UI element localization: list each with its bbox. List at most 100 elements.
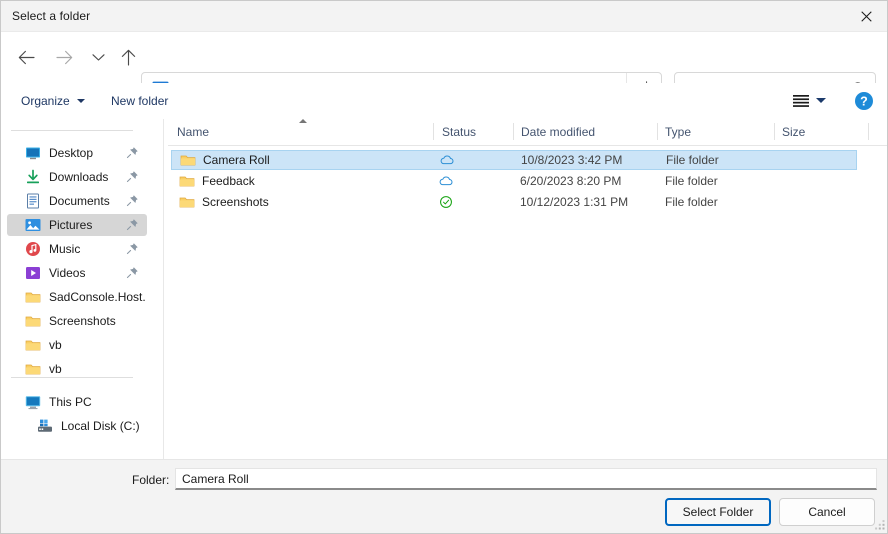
close-button[interactable] (843, 1, 888, 31)
sidebar-item-label: vb (49, 362, 62, 376)
folder-label: Folder: (132, 473, 169, 487)
content-area: Desktop Downloads (1, 119, 888, 459)
up-one-level-button[interactable] (112, 41, 144, 73)
file-date-modified: 6/20/2023 8:20 PM (520, 174, 621, 188)
organize-button[interactable]: Organize (15, 83, 91, 119)
window-title: Select a folder (12, 9, 90, 23)
sidebar-item-label: Downloads (49, 170, 108, 184)
column-header-size[interactable]: Size (782, 119, 868, 144)
column-divider[interactable] (657, 123, 658, 140)
sidebar-item-vb-1[interactable]: vb (7, 334, 147, 356)
folder-icon (25, 313, 41, 329)
check-circle-icon (439, 195, 453, 209)
forward-button[interactable] (48, 41, 80, 73)
desktop-icon (25, 145, 41, 161)
pin-icon[interactable] (126, 242, 139, 255)
pin-icon[interactable] (126, 170, 139, 183)
sidebar-item-label: Screenshots (49, 314, 116, 328)
sidebar-item-vb-2[interactable]: vb (7, 358, 147, 380)
file-name: Feedback (202, 174, 255, 188)
pane-divider[interactable] (163, 119, 164, 459)
sidebar-scrollbar[interactable] (147, 119, 153, 459)
sidebar-item-label: Desktop (49, 146, 93, 160)
sidebar-item-local-disk-c[interactable]: Local Disk (C:) (7, 415, 147, 437)
sidebar-item-label: This PC (49, 395, 92, 409)
sidebar-item-sadconsole-host[interactable]: SadConsole.Host. (7, 286, 147, 308)
back-button[interactable] (10, 41, 42, 73)
file-date-modified: 10/12/2023 1:31 PM (520, 195, 628, 209)
navigation-bar: › Andy - Personal › Pictures (1, 32, 888, 83)
chevron-down-icon (92, 53, 105, 62)
recent-locations-button[interactable] (82, 41, 114, 73)
sidebar-separator-top (11, 130, 133, 131)
folder-icon (25, 337, 41, 353)
navigation-pane: Desktop Downloads (1, 119, 153, 459)
pin-icon[interactable] (126, 266, 139, 279)
videos-icon (25, 265, 41, 281)
close-icon (861, 11, 872, 22)
music-icon (25, 241, 41, 257)
sidebar-item-downloads[interactable]: Downloads (7, 166, 147, 188)
column-header-date-modified[interactable]: Date modified (521, 119, 657, 144)
sidebar-item-label: Videos (49, 266, 85, 280)
column-header-type[interactable]: Type (665, 119, 774, 144)
sidebar-item-desktop[interactable]: Desktop (7, 142, 147, 164)
local-disk-icon (37, 418, 53, 434)
cancel-button[interactable]: Cancel (779, 498, 875, 526)
pin-icon[interactable] (126, 146, 139, 159)
file-name: Camera Roll (203, 153, 270, 167)
column-header-name[interactable]: Name (177, 119, 433, 144)
cloud-icon (440, 153, 454, 167)
file-type: File folder (665, 195, 718, 209)
sidebar-item-music[interactable]: Music (7, 238, 147, 260)
organize-label: Organize (21, 94, 70, 108)
folder-input[interactable] (176, 469, 876, 488)
arrow-left-icon (18, 50, 35, 65)
sidebar-item-this-pc[interactable]: This PC (7, 391, 147, 413)
pin-icon[interactable] (126, 194, 139, 207)
file-type: File folder (665, 174, 718, 188)
arrow-right-icon (56, 50, 73, 65)
view-layout-button[interactable] (790, 91, 812, 111)
column-divider[interactable] (433, 123, 434, 140)
pin-icon[interactable] (126, 218, 139, 231)
sidebar-item-label: Documents (49, 194, 110, 208)
download-icon (25, 169, 41, 185)
file-list: Name Status Date modified Type Size Came… (168, 119, 888, 459)
folder-icon (180, 152, 196, 168)
column-divider[interactable] (513, 123, 514, 140)
chevron-down-icon (77, 99, 85, 103)
folder-icon (179, 194, 195, 210)
view-dropdown-caret-icon[interactable] (816, 98, 826, 103)
new-folder-label: New folder (111, 94, 168, 108)
help-button[interactable]: ? (854, 91, 874, 111)
dialog-footer: Folder: Select Folder Cancel (1, 459, 888, 534)
file-type: File folder (666, 153, 719, 167)
column-divider[interactable] (774, 123, 775, 140)
column-header-row: Name Status Date modified Type Size (168, 119, 888, 146)
sidebar-item-label: Music (49, 242, 80, 256)
column-header-status[interactable]: Status (442, 119, 513, 144)
folder-field[interactable] (175, 468, 877, 490)
column-divider[interactable] (868, 123, 869, 140)
table-row[interactable]: Feedback 6/20/2023 8:20 PM File folder (171, 171, 857, 191)
sidebar-item-label: vb (49, 338, 62, 352)
svg-text:?: ? (860, 95, 868, 109)
select-folder-button[interactable]: Select Folder (665, 498, 771, 526)
sidebar-item-pictures[interactable]: Pictures (7, 214, 147, 236)
folder-icon (25, 289, 41, 305)
table-row[interactable]: Screenshots 10/12/2023 1:31 PM File fold… (171, 192, 857, 212)
sidebar-item-documents[interactable]: Documents (7, 190, 147, 212)
list-view-icon (792, 94, 810, 108)
table-row[interactable]: Camera Roll 10/8/2023 3:42 PM File folde… (171, 150, 857, 170)
sidebar-item-label: Local Disk (C:) (61, 419, 140, 433)
new-folder-button[interactable]: New folder (105, 83, 174, 119)
this-pc-icon (25, 394, 41, 410)
resize-grip-icon[interactable] (874, 519, 886, 531)
cloud-icon (439, 174, 453, 188)
sidebar-item-screenshots[interactable]: Screenshots (7, 310, 147, 332)
sidebar-item-videos[interactable]: Videos (7, 262, 147, 284)
sidebar-item-label: Pictures (49, 218, 92, 232)
command-toolbar: Organize New folder ? (1, 83, 888, 119)
arrow-up-icon (121, 49, 136, 66)
